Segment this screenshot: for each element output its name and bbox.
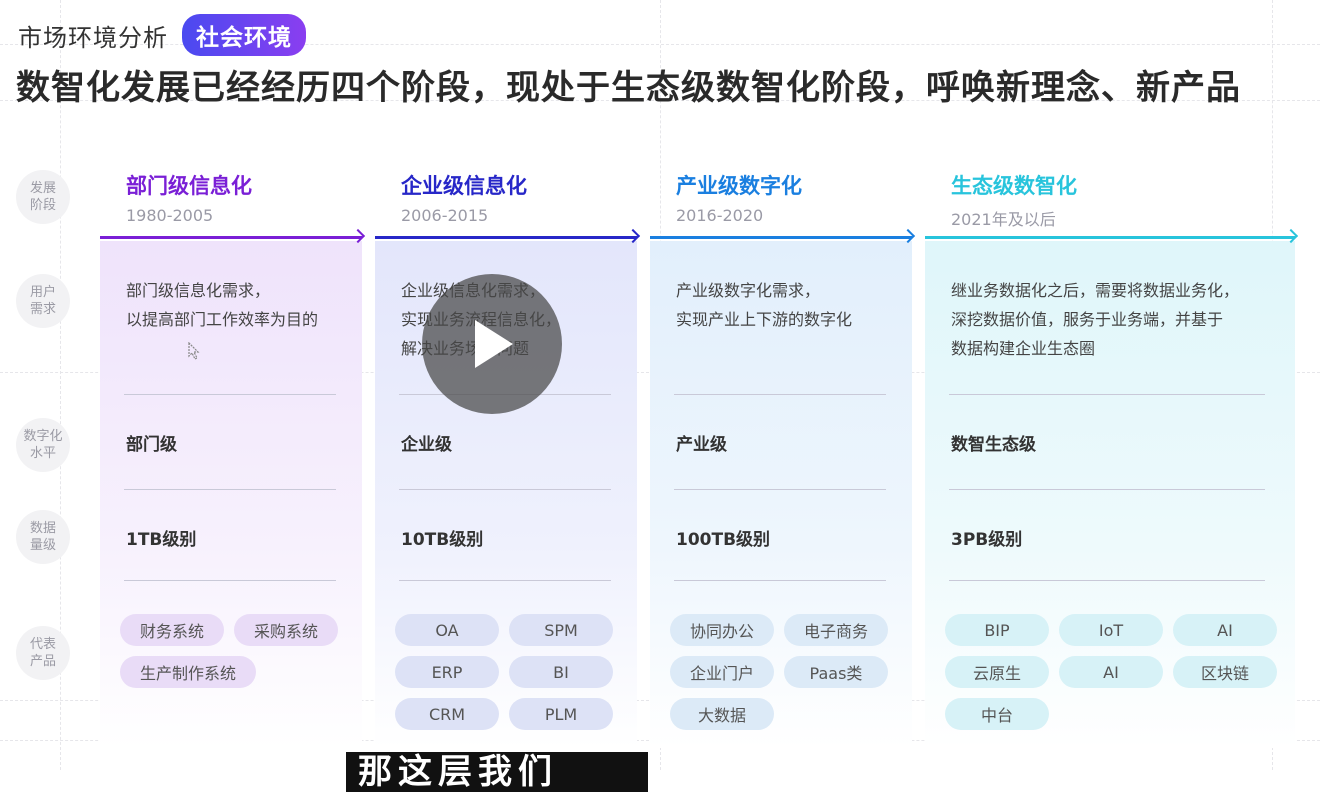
timeline-arrow xyxy=(650,236,912,239)
product-pill[interactable]: PLM xyxy=(509,698,613,730)
row-label-digital-level: 数字化 水平 xyxy=(16,418,70,472)
row-label-stage: 发展 阶段 xyxy=(16,170,70,224)
product-pill[interactable]: AI xyxy=(1059,656,1163,688)
product-pill[interactable]: 大数据 xyxy=(670,698,774,730)
stage-years: 2016-2020 xyxy=(676,206,764,225)
stage-column-3: 产业级数字化 2016-2020 产业级数字化需求， 实现产业上下游的数字化 产业… xyxy=(650,168,912,748)
stage-column-1: 部门级信息化 1980-2005 部门级信息化需求， 以提高部门工作效率为目的 部… xyxy=(100,168,362,748)
row-label-products: 代表 产品 xyxy=(16,626,70,680)
stage-volume: 1TB级别 xyxy=(126,530,197,550)
product-pill[interactable]: CRM xyxy=(395,698,499,730)
stage-level: 数智生态级 xyxy=(951,435,1036,455)
page-title: 数智化发展已经经历四个阶段，现处于生态级数智化阶段，呼唤新理念、新产品 xyxy=(16,68,1241,108)
stage-title: 生态级数智化 xyxy=(951,174,1077,198)
stage-column-2: 企业级信息化 2006-2015 企业级信息化需求，实现业务流程信息化，解决业务… xyxy=(375,168,637,748)
product-pill[interactable]: 中台 xyxy=(945,698,1049,730)
timeline-arrow xyxy=(925,236,1295,239)
stage-years: 1980-2005 xyxy=(126,206,214,225)
stage-level: 产业级 xyxy=(676,435,727,455)
section-tag[interactable]: 社会环境 xyxy=(182,14,306,56)
stage-title: 产业级数字化 xyxy=(676,174,802,198)
product-pill[interactable]: 协同办公 xyxy=(670,614,774,646)
product-pill[interactable]: BIP xyxy=(945,614,1049,646)
stage-volume: 100TB级别 xyxy=(676,530,771,550)
product-list: OA SPM ERP BI CRM PLM xyxy=(395,614,635,730)
row-label-need: 用户 需求 xyxy=(16,274,70,328)
stage-title: 企业级信息化 xyxy=(401,174,527,198)
play-icon xyxy=(475,320,513,368)
product-pill[interactable]: 财务系统 xyxy=(120,614,224,646)
header-row: 市场环境分析 社会环境 xyxy=(18,14,306,56)
row-label-data-volume: 数据 量级 xyxy=(16,510,70,564)
product-pill[interactable]: 云原生 xyxy=(945,656,1049,688)
product-pill[interactable]: OA xyxy=(395,614,499,646)
stage-title: 部门级信息化 xyxy=(126,174,252,198)
product-list: BIP IoT AI 云原生 AI 区块链 中台 xyxy=(945,614,1285,730)
product-pill[interactable]: BI xyxy=(509,656,613,688)
timeline-arrow xyxy=(100,236,362,239)
stage-need: 产业级数字化需求， 实现产业上下游的数字化 xyxy=(676,281,853,329)
product-pill[interactable]: 电子商务 xyxy=(784,614,888,646)
product-pill[interactable]: SPM xyxy=(509,614,613,646)
stage-years: 2006-2015 xyxy=(401,206,489,225)
section-subtitle: 市场环境分析 xyxy=(18,23,168,52)
product-pill[interactable]: IoT xyxy=(1059,614,1163,646)
timeline-arrow xyxy=(375,236,637,239)
cursor-icon xyxy=(187,341,201,364)
product-pill[interactable]: 采购系统 xyxy=(234,614,338,646)
product-pill[interactable]: 生产制作系统 xyxy=(120,656,256,688)
stage-need: 继业务数据化之后，需要将数据业务化， 深挖数据价值，服务于业务端，并基于 数据构建企… xyxy=(951,281,1240,358)
product-list: 协同办公 电子商务 企业门户 Paas类 大数据 xyxy=(670,614,910,730)
stage-level: 企业级 xyxy=(401,435,452,455)
stage-years: 2021年及以后 xyxy=(951,210,1056,229)
stage-level: 部门级 xyxy=(126,435,177,455)
stage-need: 部门级信息化需求， 以提高部门工作效率为目的 xyxy=(126,281,319,329)
stage-column-4: 生态级数智化 2021年及以后 继业务数据化之后，需要将数据业务化， 深挖数据价值… xyxy=(925,168,1295,748)
product-pill[interactable]: Paas类 xyxy=(784,656,888,688)
product-list: 财务系统 采购系统 生产制作系统 xyxy=(120,614,360,688)
stage-volume: 3PB级别 xyxy=(951,530,1023,550)
video-caption: 那这层我们 xyxy=(346,752,648,792)
product-pill[interactable]: 区块链 xyxy=(1173,656,1277,688)
stage-volume: 10TB级别 xyxy=(401,530,484,550)
product-pill[interactable]: 企业门户 xyxy=(670,656,774,688)
play-button[interactable] xyxy=(422,274,562,414)
product-pill[interactable]: AI xyxy=(1173,614,1277,646)
product-pill[interactable]: ERP xyxy=(395,656,499,688)
